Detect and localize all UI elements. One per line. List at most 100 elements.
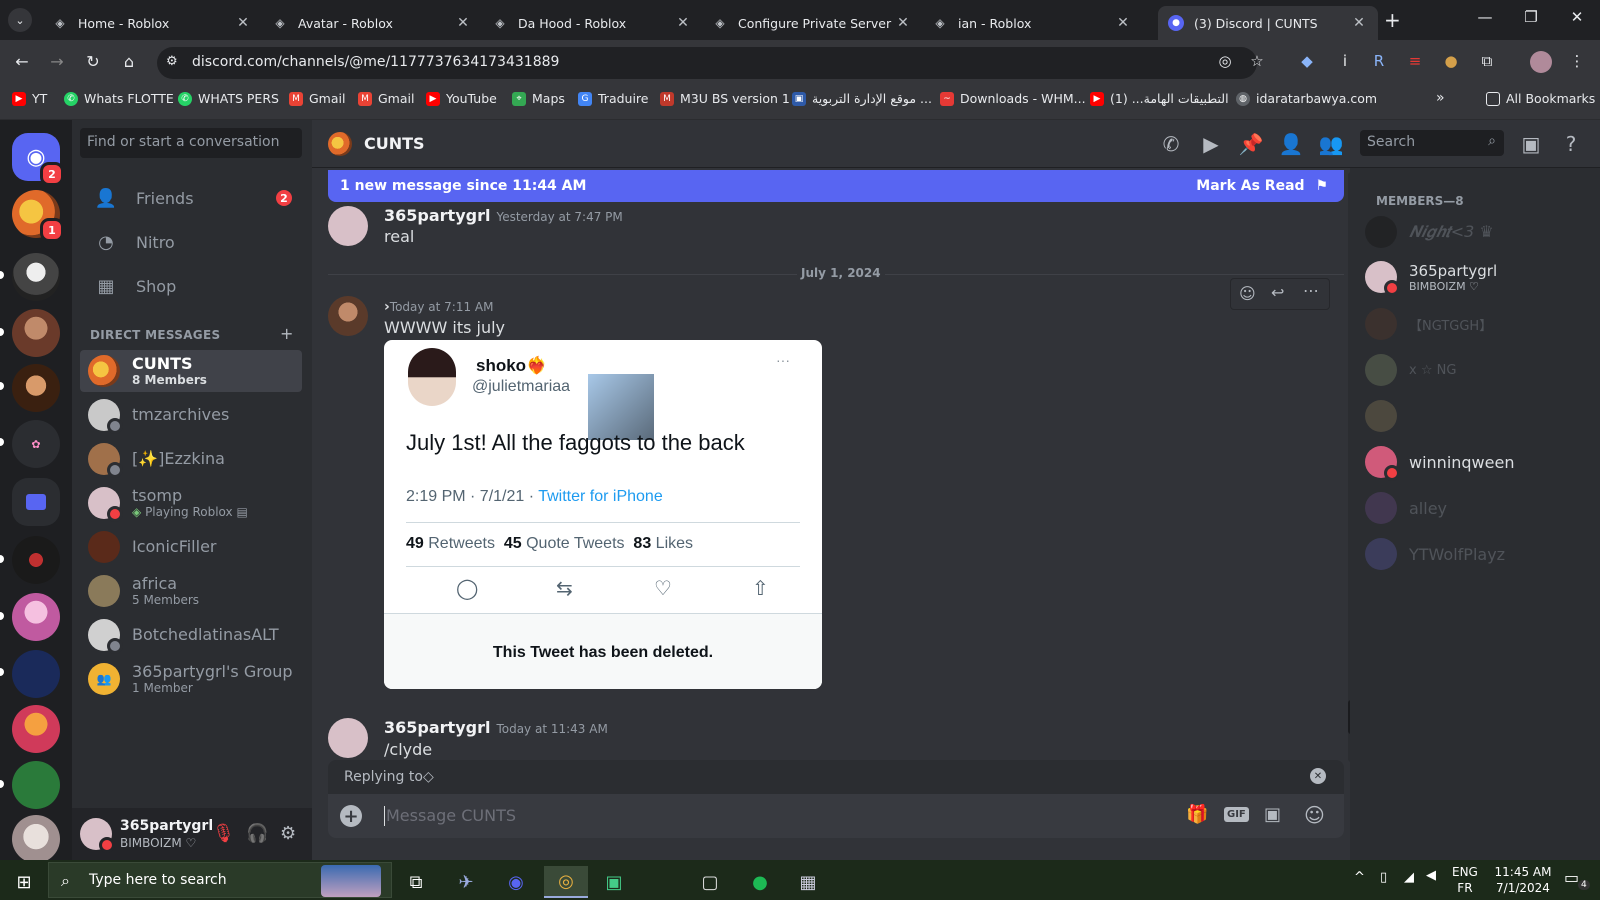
tweet-screenshot-image[interactable]: shoko❤️‍🔥 @julietmariaa ··· July 1st! Al… xyxy=(384,340,822,689)
taskbar-app-icon[interactable]: ✈ xyxy=(444,866,488,898)
bookmark-item[interactable]: ✆ WHATS PERS xyxy=(178,91,279,106)
clock[interactable]: 11:45 AM 7/1/2024 xyxy=(1488,864,1558,896)
cancel-reply-icon[interactable]: ✕ xyxy=(1310,768,1326,784)
sticker-icon[interactable]: ▣ xyxy=(1264,804,1281,825)
inbox-icon[interactable]: ▣ xyxy=(1518,132,1544,156)
member-item[interactable]: YTWolfPlayz xyxy=(1357,533,1593,575)
close-tab-icon[interactable]: ✕ xyxy=(1350,15,1368,31)
server-icon[interactable] xyxy=(12,705,60,753)
user-name[interactable]: 365partygrl xyxy=(120,818,213,834)
taskbar-app-icon[interactable]: ▢ xyxy=(688,866,732,898)
emoji-icon[interactable]: ☺ xyxy=(1304,803,1325,827)
notification-center-icon[interactable]: ▭ xyxy=(1564,868,1579,887)
tray-chevron-icon[interactable]: ^ xyxy=(1354,870,1365,885)
star-icon[interactable]: ☆ xyxy=(1246,52,1268,70)
upload-plus-icon[interactable]: + xyxy=(340,805,362,827)
bookmark-item[interactable]: M M3U BS version 1 xyxy=(660,91,790,106)
member-item[interactable]: 365partygrl BIMBOIZM ♡ xyxy=(1357,256,1593,298)
voice-call-icon[interactable]: ✆ xyxy=(1158,132,1184,156)
windows-start-icon[interactable]: ⊞ xyxy=(2,866,46,898)
server-icon[interactable] xyxy=(12,309,60,357)
server-icon[interactable] xyxy=(12,650,60,698)
browser-tab[interactable]: ◈ Avatar - Roblox ✕ xyxy=(262,6,482,40)
bookmark-item[interactable]: ⌖ Maps xyxy=(512,91,565,106)
close-tab-icon[interactable]: ✕ xyxy=(454,15,472,31)
browser-tab[interactable]: ◈ Da Hood - Roblox ✕ xyxy=(482,6,702,40)
site-info-icon[interactable]: ⚙ xyxy=(166,54,178,69)
message-author[interactable]: 365partygrl xyxy=(384,718,490,737)
bookmark-item[interactable]: M Gmail xyxy=(358,91,414,106)
server-icon[interactable] xyxy=(12,364,60,412)
all-bookmarks[interactable]: All Bookmarks xyxy=(1486,91,1595,106)
roblox-studio-taskbar-icon[interactable]: ▣ xyxy=(592,866,636,898)
server-icon[interactable] xyxy=(12,253,60,301)
server-icon[interactable] xyxy=(12,536,60,584)
reload-icon[interactable]: ↻ xyxy=(81,52,105,71)
new-tab-button[interactable]: + xyxy=(1384,8,1401,32)
extension-icon[interactable]: ≡ xyxy=(1404,52,1426,70)
chat-search-input[interactable]: Search ⌕ xyxy=(1360,130,1504,156)
bookmark-item[interactable]: ◍ idaratarbawya.com xyxy=(1236,91,1377,106)
wifi-icon[interactable]: ◢ xyxy=(1404,870,1414,885)
chrome-taskbar-icon[interactable]: ◎ xyxy=(544,866,588,898)
bookmark-item[interactable]: ▶ التطبيقات الهامة... (1) xyxy=(1090,91,1229,106)
server-icon[interactable]: ✿ xyxy=(12,420,60,468)
message-author[interactable]: 365partygrl xyxy=(384,206,490,225)
dm-item[interactable]: tsomp ◈ Playing Roblox ▤ xyxy=(80,482,302,524)
cookie-icon[interactable]: ● xyxy=(1440,52,1462,70)
message-input[interactable]: Message CUNTS xyxy=(386,806,516,825)
dm-item[interactable]: tmzarchives xyxy=(80,394,302,436)
taskbar-search-input[interactable]: ⌕ Type here to search xyxy=(48,862,392,898)
bookmark-item[interactable]: ▣ موقع الإدارة التربوية ... xyxy=(792,91,932,106)
extension-icon[interactable]: R xyxy=(1368,52,1390,70)
back-icon[interactable]: ← xyxy=(10,52,34,71)
headphones-icon[interactable]: 🎧 xyxy=(246,823,268,844)
volume-icon[interactable]: ◀ xyxy=(1426,868,1436,883)
browser-tab[interactable]: ◈ Configure Private Server - Ro✕ xyxy=(702,6,922,40)
member-item[interactable]: 𝑵𝒊𝒈𝒉𝒕<3 ♛ xyxy=(1357,211,1593,253)
mark-as-read-button[interactable]: Mark As Read ⚑ xyxy=(1196,178,1328,194)
close-tab-icon[interactable]: ✕ xyxy=(1114,15,1132,31)
member-item[interactable]: x ☆ NG xyxy=(1357,349,1593,391)
browser-tab[interactable]: ◈ Home - Roblox ✕ xyxy=(42,6,262,40)
bookmark-item[interactable]: ~ Downloads - WHM... xyxy=(940,91,1086,106)
message-composer[interactable]: + Message CUNTS 🎁 GIF ▣ ☺ xyxy=(328,794,1344,838)
server-folder[interactable] xyxy=(12,478,60,526)
server-icon[interactable] xyxy=(12,761,60,809)
nav-shop[interactable]: ▦ Shop xyxy=(80,265,302,307)
reply-icon[interactable]: ↩ xyxy=(1271,283,1284,302)
message-avatar[interactable] xyxy=(328,718,368,758)
dm-item[interactable]: [✨]Ezzkina xyxy=(80,438,302,480)
server-icon[interactable] xyxy=(12,593,60,641)
message-avatar[interactable] xyxy=(328,296,368,336)
nav-friends[interactable]: 👤 Friends 2 xyxy=(80,177,302,219)
task-view-icon[interactable]: ⧉ xyxy=(394,866,438,898)
help-icon[interactable]: ? xyxy=(1558,132,1584,156)
add-friends-icon[interactable]: 👤 xyxy=(1278,132,1304,156)
tray-device-icon[interactable]: ▯ xyxy=(1380,870,1387,885)
new-messages-banner[interactable]: 1 new message since 11:44 AM Mark As Rea… xyxy=(328,170,1344,202)
add-reaction-icon[interactable]: ☺ xyxy=(1239,284,1256,303)
language-indicator[interactable]: ENG FR xyxy=(1452,864,1478,896)
find-conversation-input[interactable]: Find or start a conversation xyxy=(80,128,302,158)
bookmark-item[interactable]: G Traduire xyxy=(578,91,648,106)
url-text[interactable]: discord.com/channels/@me/117773763417343… xyxy=(192,54,559,70)
member-list-icon[interactable]: 👥 xyxy=(1318,132,1344,156)
mute-icon[interactable]: 🎙 xyxy=(212,823,235,844)
browser-tab[interactable]: ◈ ian - Roblox ✕ xyxy=(922,6,1142,40)
close-window-icon[interactable]: ✕ xyxy=(1554,8,1600,26)
gift-icon[interactable]: 🎁 xyxy=(1186,804,1208,825)
discord-taskbar-icon[interactable]: ◉ xyxy=(494,866,538,898)
puzzle-icon[interactable]: ⧉ xyxy=(1476,52,1498,70)
menu-kebab-icon[interactable]: ⋮ xyxy=(1566,52,1588,70)
more-options-icon[interactable]: ⋯ xyxy=(1303,281,1319,300)
forward-icon[interactable]: → xyxy=(45,52,69,71)
eye-off-icon[interactable]: ◎ xyxy=(1214,52,1236,70)
bookmark-item[interactable]: ✆ Whats FLOTTE xyxy=(64,91,174,106)
dm-item[interactable]: africa 5 Members xyxy=(80,570,302,612)
member-item[interactable] xyxy=(1357,395,1593,437)
minimize-icon[interactable]: — xyxy=(1462,8,1508,26)
bookmark-item[interactable]: M Gmail xyxy=(289,91,345,106)
bookmark-item[interactable]: ▶ YT xyxy=(12,91,47,106)
tab-search-button[interactable]: ⌄ xyxy=(8,8,32,32)
